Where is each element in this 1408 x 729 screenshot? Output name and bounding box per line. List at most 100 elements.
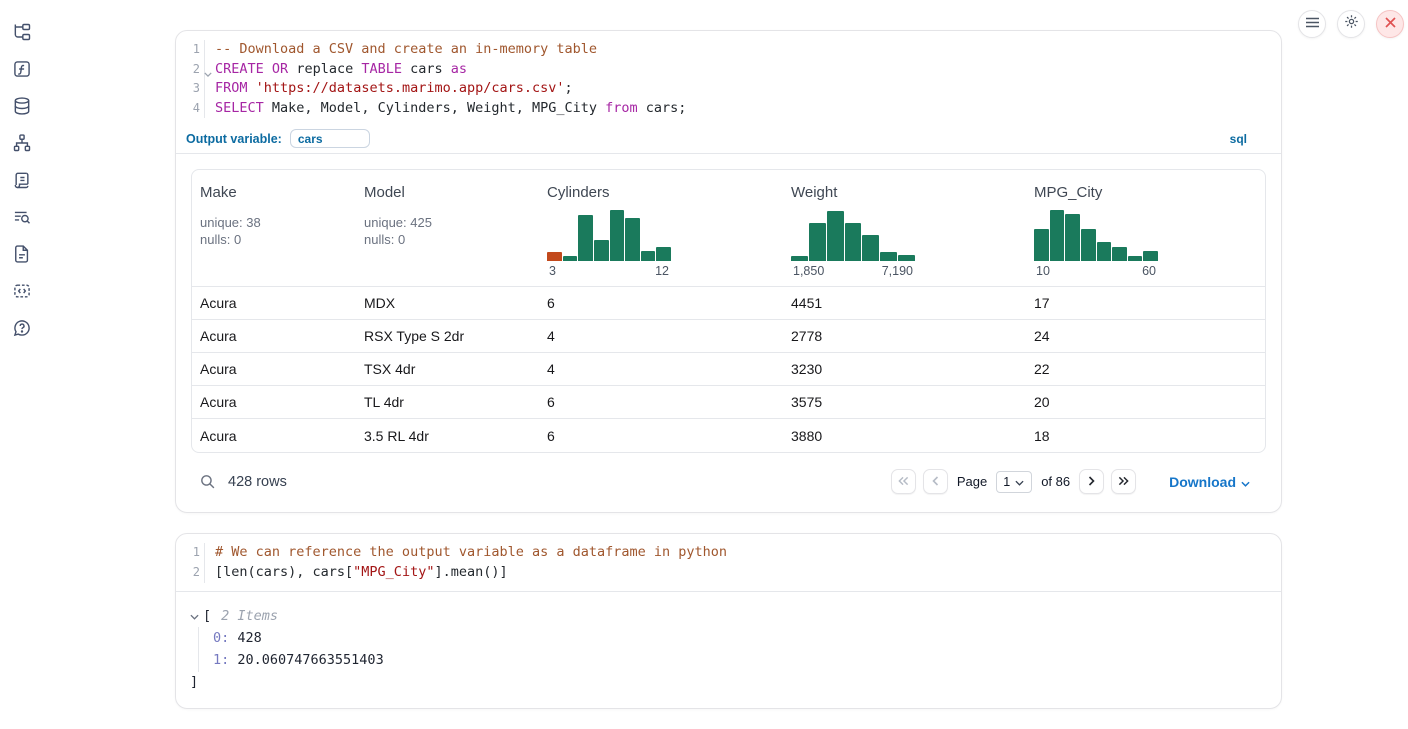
tree-entry-value: 20.060747663551403 [229,652,383,668]
code-text: [len(cars), cars["MPG_City"].mean()] [204,563,508,583]
table-row[interactable]: Acura3.5 RL 4dr6388018 [192,419,1265,452]
sql-cell: 1-- Download a CSV and create an in-memo… [175,30,1282,513]
row-count: 428 rows [228,474,287,490]
axis-max-label: 12 [655,264,669,278]
histogram-bar [880,252,897,261]
histogram-bars [1034,207,1158,261]
function-icon[interactable] [12,59,32,79]
help-icon[interactable] [12,318,32,338]
code-token: cars; [638,100,687,116]
table-cell: MDX [356,295,539,311]
download-button[interactable]: Download [1169,474,1250,490]
document-icon[interactable] [12,244,32,264]
sql-cell-output: Makeunique: 38nulls: 0Modelunique: 425nu… [176,154,1281,512]
table-cell: 4 [539,328,783,344]
histogram-bar [1034,229,1049,261]
table-cell: Acura [192,295,356,311]
histogram-bar [845,223,862,262]
dependency-graph-icon[interactable] [12,133,32,153]
histogram-bar [641,251,656,262]
list-output-tree: [ 2 Items 0: 4281: 20.060747663551403 ] [176,592,1281,708]
code-token: ].mean()] [434,564,507,580]
table-body: AcuraMDX6445117AcuraRSX Type S 2dr427782… [192,287,1265,452]
histogram-axis: 312 [547,264,671,278]
column-header-model[interactable]: Modelunique: 425nulls: 0 [356,170,539,286]
table-cell: Acura [192,328,356,344]
page-select[interactable]: 1 [996,471,1032,493]
left-sidebar [0,0,44,729]
histogram-bar [1081,229,1096,261]
chevron-right-icon [1088,473,1095,491]
axis-min-label: 1,850 [793,264,824,278]
column-header-cylinders[interactable]: Cylinders312 [539,170,783,286]
column-stats: unique: 38nulls: 0 [200,214,348,248]
python-code-editor[interactable]: 1# We can reference the output variable … [176,534,1281,590]
code-text: CREATE OR replace TABLE cars as [204,60,467,80]
histogram-bar [1065,214,1080,261]
code-token: # We can reference the output variable a… [215,544,727,560]
axis-max-label: 60 [1142,264,1156,278]
line-number: 4 [176,99,204,119]
column-header-mpg_city[interactable]: MPG_City 1060 [1026,170,1265,286]
histogram-bar [791,256,808,261]
fold-chevron-icon[interactable] [204,64,212,84]
search-icon[interactable] [199,473,216,490]
code-text: # We can reference the output variable a… [204,543,727,563]
shutdown-button[interactable] [1376,10,1404,38]
next-page-button[interactable] [1079,469,1104,494]
table-cell: 6 [539,428,783,444]
table-header-row: Makeunique: 38nulls: 0Modelunique: 425nu… [192,170,1265,287]
scroll-icon[interactable] [12,170,32,190]
table-cell: 4 [539,361,783,377]
sql-code-editor[interactable]: 1-- Download a CSV and create an in-memo… [176,31,1281,126]
last-page-button[interactable] [1111,469,1136,494]
table-cell: Acura [192,394,356,410]
table-row[interactable]: AcuraRSX Type S 2dr4277824 [192,320,1265,353]
page-select-value: 1 [1003,475,1010,489]
column-header-make[interactable]: Make unique: 38nulls: 0 [192,170,356,286]
table-cell: Acura [192,428,356,444]
logs-search-icon[interactable] [12,207,32,227]
prev-page-button[interactable] [923,469,948,494]
histogram-bar [1143,251,1158,262]
histogram-bar [1097,242,1112,261]
column-name: Make [200,184,348,201]
axis-max-label: 7,190 [882,264,913,278]
tree-collapse-chevron-icon[interactable] [190,605,199,627]
code-line: 1# We can reference the output variable … [176,543,1281,563]
file-tree-icon[interactable] [12,22,32,42]
table-row[interactable]: AcuraMDX6445117 [192,287,1265,320]
column-histogram[interactable]: 1,850 7,190 [791,207,915,278]
chevron-down-icon [1015,475,1024,489]
code-token: [len(cars), cars[ [215,564,353,580]
database-icon[interactable] [12,96,32,116]
column-histogram[interactable]: 312 [547,207,671,278]
output-variable-input[interactable] [290,129,370,148]
column-header-weight[interactable]: Weight1,8507,190 [783,170,1026,286]
menu-button[interactable] [1298,10,1326,38]
code-token: from [605,100,638,116]
column-histogram[interactable]: 1060 [1034,207,1158,278]
column-name: MPG_City [1034,184,1257,201]
first-page-button[interactable] [891,469,916,494]
code-token: OR [272,61,288,77]
table-row[interactable]: AcuraTL 4dr6357520 [192,386,1265,419]
table-cell: 22 [1026,361,1265,377]
tree-open-bracket: [ [203,605,211,627]
column-stat: nulls: 0 [200,231,348,248]
code-token: "MPG_City" [353,564,434,580]
histogram-bar [547,252,562,262]
notebook-actions [1298,10,1404,38]
code-line: 3FROM 'https://datasets.marimo.app/cars.… [176,79,1281,99]
histogram-axis: 1060 [1034,264,1158,278]
column-stat: unique: 38 [200,214,348,231]
table-row[interactable]: AcuraTSX 4dr4323022 [192,353,1265,386]
table-cell: 2778 [783,328,1026,344]
settings-button[interactable] [1337,10,1365,38]
histogram-bar [827,211,844,261]
chevron-down-icon [1241,474,1250,490]
table-cell: 24 [1026,328,1265,344]
snippets-icon[interactable] [12,281,32,301]
code-token: Make, Model, Cylinders, Weight, MPG_City [264,100,605,116]
histogram-bar [594,240,609,262]
